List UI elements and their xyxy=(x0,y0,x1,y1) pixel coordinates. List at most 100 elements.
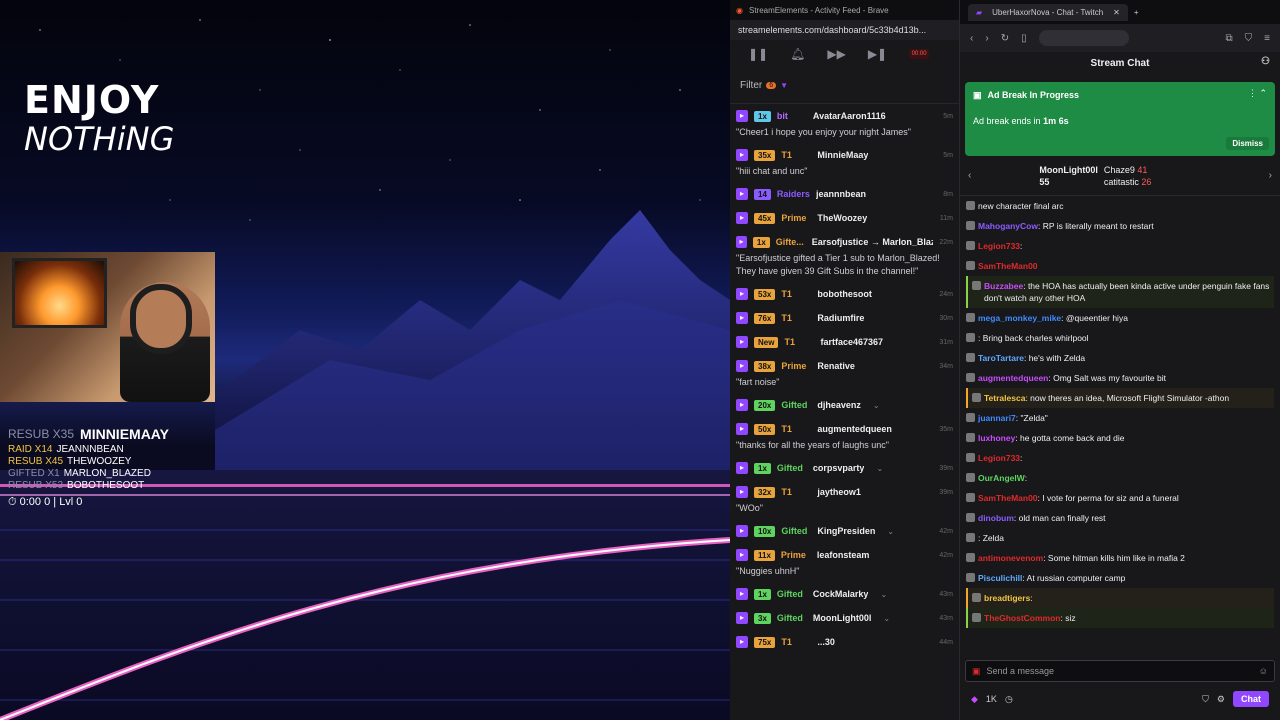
forward-icon[interactable]: › xyxy=(985,33,988,44)
chat-tab[interactable]: ▰ UberHaxorNova - Chat - Twitch ✕ xyxy=(968,3,1128,21)
close-icon[interactable]: ✕ xyxy=(1113,8,1120,17)
replay-icon[interactable]: ▸ xyxy=(736,525,748,537)
replay-icon[interactable]: ▸ xyxy=(736,149,748,161)
chat-button[interactable]: Chat xyxy=(1233,691,1269,707)
replay-icon[interactable]: ▸ xyxy=(736,588,748,600)
chat-message[interactable]: OurAngelW: xyxy=(966,468,1274,488)
chat-message[interactable]: Tetralesca: now theres an idea, Microsof… xyxy=(966,388,1274,408)
bits-icon[interactable]: ◆ xyxy=(971,694,978,705)
replay-icon[interactable]: ▸ xyxy=(736,212,748,224)
feed-item[interactable]: ▸ New T1 fartface467367 31m xyxy=(730,330,959,354)
chat-username[interactable]: MahoganyCow xyxy=(978,221,1038,231)
feed-item[interactable]: ▸ 53x T1 bobothesoot 24m xyxy=(730,282,959,306)
chat-message[interactable]: Pisculichill: At russian computer camp xyxy=(966,568,1274,588)
new-tab-icon[interactable]: + xyxy=(1134,8,1139,17)
replay-icon[interactable]: ▸ xyxy=(736,612,748,624)
chat-username[interactable]: Legion733 xyxy=(978,453,1020,463)
chat-username[interactable]: luxhoney xyxy=(978,433,1015,443)
chevron-down-icon[interactable]: ⌄ xyxy=(873,401,880,410)
chat-message[interactable]: juannari7: "Zelda" xyxy=(966,408,1274,428)
dismiss-button[interactable]: Dismiss xyxy=(1226,137,1269,150)
replay-icon[interactable]: ▸ xyxy=(736,312,748,324)
chat-message[interactable]: TheGhostCommon: siz xyxy=(966,608,1274,628)
chat-username[interactable]: breadtigers xyxy=(984,593,1030,603)
chat-message[interactable]: mega_monkey_mike: @queentier hiya xyxy=(966,308,1274,328)
filter-bar[interactable]: Filter 6 ▼ xyxy=(730,68,959,104)
menu-icon[interactable]: ≡ xyxy=(1264,33,1270,44)
skip-icon[interactable]: ▶▶ xyxy=(827,47,845,61)
bell-icon[interactable]: 🔔︎ xyxy=(790,47,805,61)
feed-item[interactable]: ▸ 45x Prime TheWoozey 11m xyxy=(730,206,959,230)
chat-message[interactable]: luxhoney: he gotta come back and die xyxy=(966,428,1274,448)
reload-icon[interactable]: ↻ xyxy=(1001,33,1009,44)
feed-url-bar[interactable]: streamelements.com/dashboard/5c33b4d13b.… xyxy=(730,20,959,40)
points-icon[interactable]: ▣ xyxy=(972,666,981,677)
feed-item[interactable]: ▸ 11x Prime leafonsteam 42m "Nuggies uhnH" xyxy=(730,543,959,582)
replay-icon[interactable]: ▸ xyxy=(736,360,748,372)
chat-message[interactable]: dinobum: old man can finally rest xyxy=(966,508,1274,528)
chat-message[interactable]: SamTheMan00 xyxy=(966,256,1274,276)
replay-icon[interactable]: ▸ xyxy=(736,486,748,498)
chat-username[interactable]: TheGhostCommon xyxy=(984,613,1061,623)
chat-message[interactable]: antimonevenom: Some hitman kills him lik… xyxy=(966,548,1274,568)
chat-username[interactable]: SamTheMan00 xyxy=(978,261,1038,271)
replay-icon[interactable]: ▸ xyxy=(736,399,748,411)
replay-icon[interactable]: ▸ xyxy=(736,336,748,348)
chat-message[interactable]: Legion733: xyxy=(966,448,1274,468)
settings-icon[interactable]: ⚙ xyxy=(1217,694,1225,705)
chat-message[interactable]: Buzzabee: the HOA has actually been kind… xyxy=(966,276,1274,308)
chat-username[interactable]: dinobum xyxy=(978,513,1014,523)
chat-username[interactable]: TaroTartare xyxy=(978,353,1024,363)
feed-item[interactable]: ▸ 1x Gifted CockMalarky ⌄ 43m xyxy=(730,582,959,606)
emote-icon[interactable]: ☺ xyxy=(1259,666,1268,676)
chat-username[interactable]: augmentedqueen xyxy=(978,373,1048,383)
feed-item[interactable]: ▸ 20x Gifted djheavenz ⌄ xyxy=(730,393,959,417)
feed-item[interactable]: ▸ 10x Gifted KingPresiden ⌄ 42m xyxy=(730,519,959,543)
chat-username[interactable]: mega_monkey_mike xyxy=(978,313,1061,323)
chat-message[interactable]: breadtigers: xyxy=(966,588,1274,608)
feed-url[interactable]: streamelements.com/dashboard/5c33b4d13b.… xyxy=(738,25,926,35)
feed-item[interactable]: ▸ 50x T1 augmentedqueen 35m "thanks for all t… xyxy=(730,417,959,456)
chat-username[interactable]: SamTheMan00 xyxy=(978,493,1038,503)
replay-icon[interactable]: ▸ xyxy=(736,549,748,561)
feed-item[interactable]: ▸ 1x Gifted corpsvparty ⌄ 39m xyxy=(730,456,959,480)
pause-icon[interactable]: ❚❚ xyxy=(748,47,768,61)
shield-icon[interactable]: ⛉ xyxy=(1245,33,1253,44)
chat-username[interactable]: Pisculichill xyxy=(978,573,1022,583)
feed-item[interactable]: ▸ 32x T1 jaytheow1 39m "WOo" xyxy=(730,480,959,519)
feed-item[interactable]: ▸ 3x Gifted MoonLight00l ⌄ 43m xyxy=(730,606,959,630)
chevron-down-icon[interactable]: ⌄ xyxy=(883,614,890,623)
replay-icon[interactable]: ▸ xyxy=(736,110,748,122)
replay-icon[interactable]: ▸ xyxy=(736,636,748,648)
chat-input-placeholder[interactable]: Send a message xyxy=(987,666,1055,676)
chat-message[interactable]: : Bring back charles whirlpool xyxy=(966,328,1274,348)
bookmark-icon[interactable]: ▯ xyxy=(1021,33,1027,44)
feed-item[interactable]: ▸ 35x T1 MinnieMaay 5m "hiii chat and unc" xyxy=(730,143,959,182)
chat-message[interactable]: augmentedqueen: Omg Salt was my favourit… xyxy=(966,368,1274,388)
chat-message[interactable]: : Zelda xyxy=(966,528,1274,548)
replay-icon[interactable]: ▸ xyxy=(736,236,747,248)
chat-message[interactable]: TaroTartare: he's with Zelda xyxy=(966,348,1274,368)
prev-icon[interactable]: ‹ xyxy=(968,170,971,181)
address-bar[interactable] xyxy=(1038,30,1129,46)
chat-username[interactable]: juannari7 xyxy=(978,413,1016,423)
replay-icon[interactable]: ▸ xyxy=(736,462,748,474)
chevron-down-icon[interactable]: ▼ xyxy=(780,81,788,90)
chat-message[interactable]: Legion733: xyxy=(966,236,1274,256)
replay-icon[interactable]: ▸ xyxy=(736,188,748,200)
more-icon[interactable]: ⋮ ⌃ xyxy=(1248,88,1267,99)
extensions-icon[interactable]: ⧉ xyxy=(1226,33,1233,44)
chevron-down-icon[interactable]: ⌄ xyxy=(887,527,894,536)
feed-item[interactable]: ▸ 76x T1 Radiumfire 30m xyxy=(730,306,959,330)
skip-end-icon[interactable]: ▶❚ xyxy=(868,47,887,61)
feed-item[interactable]: ▸ 1x Gifte... Earsofjustice → Marlon_Blazed… xyxy=(730,230,959,282)
replay-icon[interactable]: ▸ xyxy=(736,288,748,300)
chat-tab-title[interactable]: UberHaxorNova - Chat - Twitch xyxy=(992,8,1103,17)
chat-username[interactable]: Buzzabee xyxy=(984,281,1023,291)
chat-username[interactable]: antimonevenom xyxy=(978,553,1043,563)
chevron-down-icon[interactable]: ⌄ xyxy=(876,464,883,473)
feed-item[interactable]: ▸ 14 Raiders jeannnbean 8m xyxy=(730,182,959,206)
chat-input[interactable]: ▣ Send a message ☺ xyxy=(965,660,1275,682)
feed-item[interactable]: ▸ 1x bit AvatarAaron1116 5m "Cheer1 i hope yo… xyxy=(730,104,959,143)
feed-item[interactable]: ▸ 75x T1 ...30 44m xyxy=(730,630,959,654)
